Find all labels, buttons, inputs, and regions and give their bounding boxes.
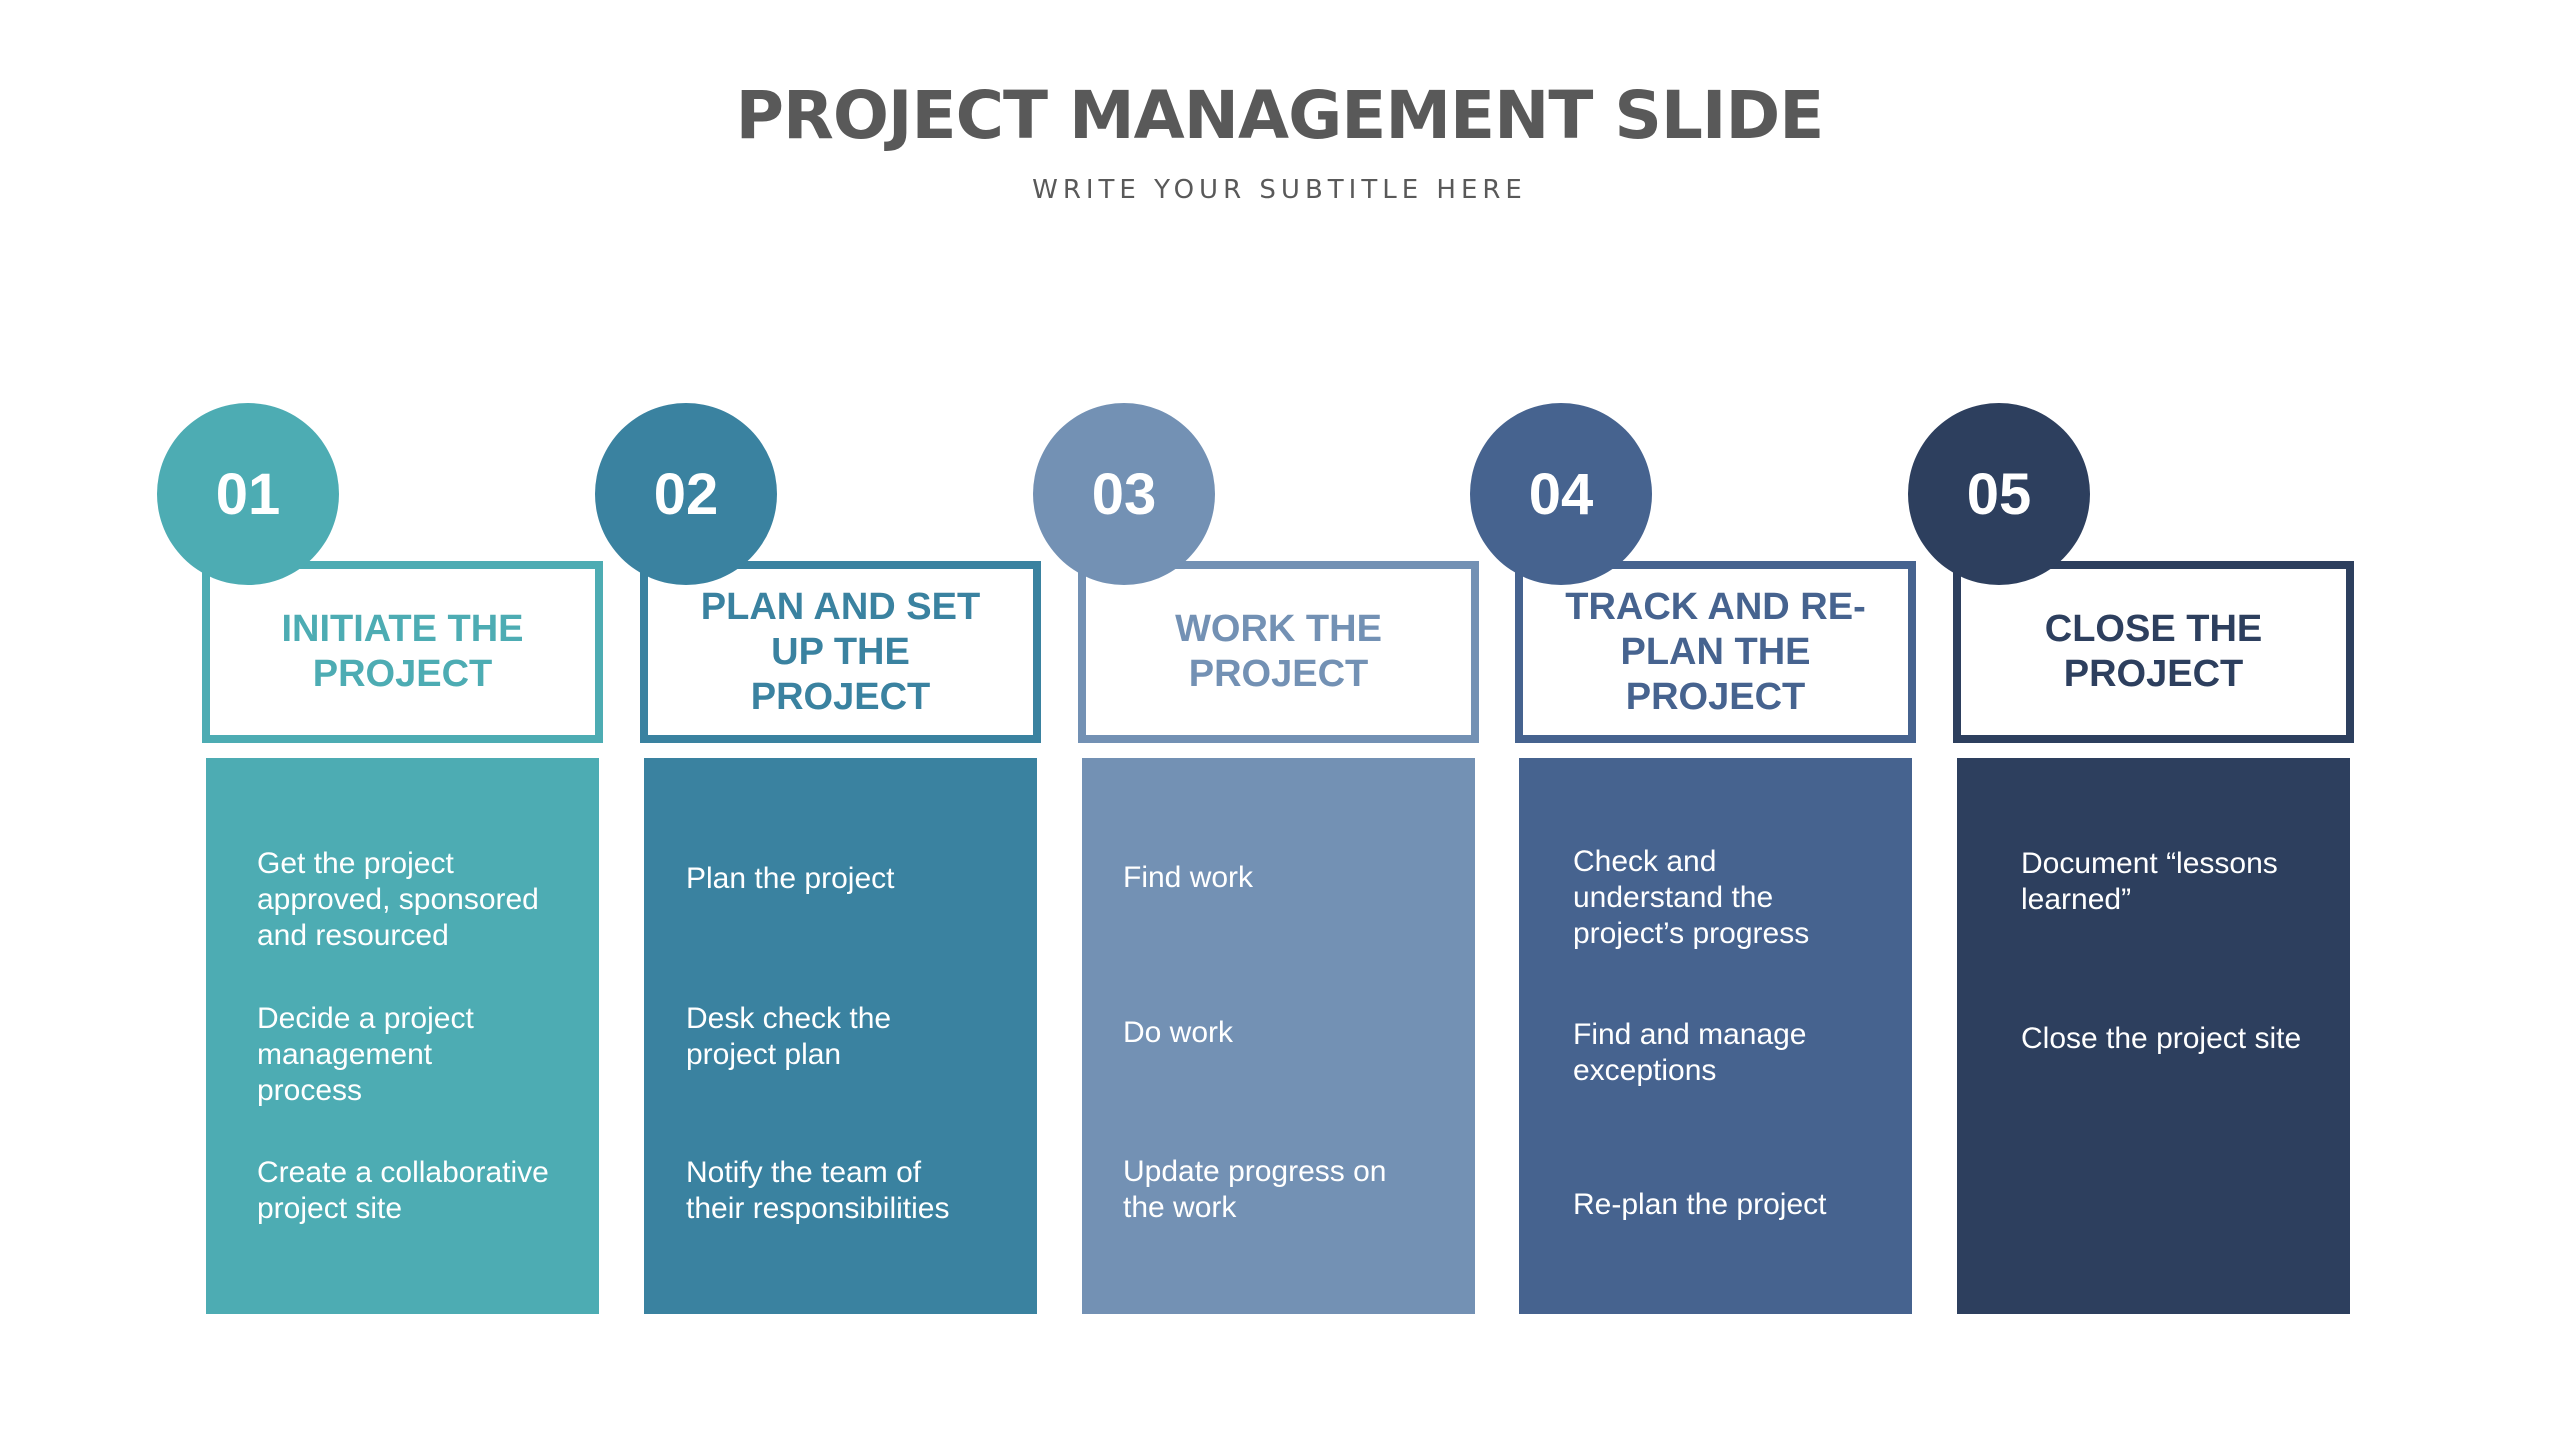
step-heading: TRACK AND RE-PLAN THE PROJECT <box>1565 585 1866 718</box>
step-detail-item: Update progress on the work <box>1123 1155 1387 1224</box>
step-detail-item: Plan the project <box>686 862 895 895</box>
step-detail-item: Create a collaborative project site <box>257 1156 549 1225</box>
step-heading-box: WORK THE PROJECT <box>1078 561 1479 743</box>
step-details-panel: Find work Do work Update progress on the… <box>1082 758 1475 1314</box>
step-column-4: TRACK AND RE-PLAN THE PROJECT 04 Check a… <box>1470 0 1916 1440</box>
step-number-badge: 04 <box>1470 403 1652 585</box>
step-details-panel: Check and understand the project’s progr… <box>1519 758 1912 1314</box>
step-detail-item: Check and understand the project’s progr… <box>1573 845 1810 950</box>
step-detail-item: Find and manage exceptions <box>1573 1018 1807 1087</box>
step-detail-item: Get the project approved, sponsored and … <box>257 847 539 952</box>
step-heading-box: CLOSE THE PROJECT <box>1953 561 2354 743</box>
step-heading-box: TRACK AND RE-PLAN THE PROJECT <box>1515 561 1916 743</box>
step-number-badge: 03 <box>1033 403 1215 585</box>
step-detail-item: Notify the team of their responsibilitie… <box>686 1156 950 1225</box>
step-heading-box: PLAN AND SET UP THE PROJECT <box>640 561 1041 743</box>
step-heading: CLOSE THE PROJECT <box>2044 608 2263 695</box>
step-column-2: PLAN AND SET UP THE PROJECT 02 Plan the … <box>595 0 1041 1440</box>
step-heading: INITIATE THE PROJECT <box>281 608 524 695</box>
step-details-panel: Get the project approved, sponsored and … <box>206 758 599 1314</box>
step-column-1: INITIATE THE PROJECT 01 Get the project … <box>157 0 603 1440</box>
step-column-3: WORK THE PROJECT 03 Find work Do work Up… <box>1033 0 1479 1440</box>
step-detail-item: Find work <box>1123 861 1254 894</box>
step-details-panel: Plan the project Desk check the project … <box>644 758 1037 1314</box>
step-detail-item: Desk check the project plan <box>686 1002 892 1071</box>
step-details-panel: Document “lessons learned” Close the pro… <box>1957 758 2350 1314</box>
step-number-badge: 02 <box>595 403 777 585</box>
step-heading-box: INITIATE THE PROJECT <box>202 561 603 743</box>
step-heading: PLAN AND SET UP THE PROJECT <box>700 585 981 718</box>
step-detail-item: Re-plan the project <box>1573 1188 1827 1221</box>
step-detail-item: Close the project site <box>2021 1022 2302 1055</box>
step-number-badge: 05 <box>1908 403 2090 585</box>
step-detail-item: Do work <box>1123 1016 1234 1049</box>
step-heading: WORK THE PROJECT <box>1175 608 1382 695</box>
step-column-5: CLOSE THE PROJECT 05 Document “lessons l… <box>1908 0 2354 1440</box>
step-number-badge: 01 <box>157 403 339 585</box>
step-detail-item: Decide a project management process <box>257 1002 474 1107</box>
step-detail-item: Document “lessons learned” <box>2021 847 2278 916</box>
